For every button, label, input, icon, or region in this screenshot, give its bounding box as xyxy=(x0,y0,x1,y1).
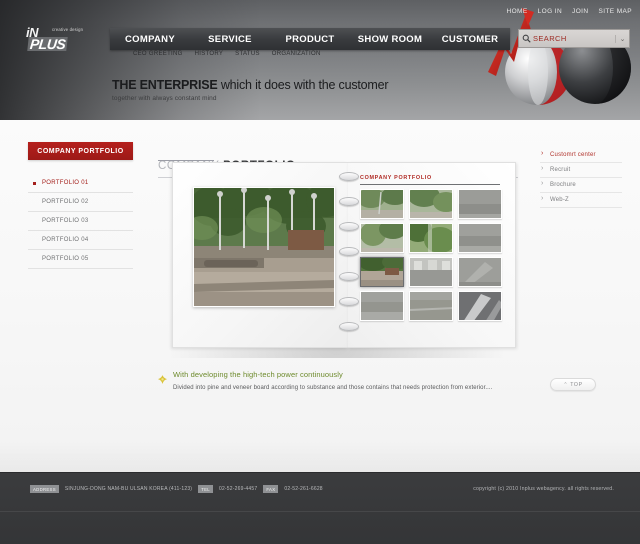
portfolio-main-photo[interactable] xyxy=(193,187,335,307)
hero-subtitle: together with always constant mind xyxy=(112,95,217,102)
copyright-text: copyright (c) 2010 Inplus webagency. all… xyxy=(473,486,614,492)
sidebar-item-label: PORTFOLIO 01 xyxy=(42,180,89,186)
description-header: With developing the high-tech power cont… xyxy=(158,370,516,384)
site-logo[interactable]: iN creative design PLUS xyxy=(26,26,110,53)
site-footer: ADDRESS SINJUNG-DONG NAM-BU ULSAN KOREA … xyxy=(0,472,640,544)
hero-title: THE ENTERPRISE which it does with the cu… xyxy=(112,78,389,92)
binder-ring-icon xyxy=(339,222,359,231)
quicklink-label: Brochure xyxy=(550,182,576,188)
portfolio-thumbnail[interactable] xyxy=(409,223,453,253)
portfolio-thumbnail[interactable] xyxy=(360,291,404,321)
subnav-item-ceo-greeting[interactable]: CEO GREETING xyxy=(133,51,183,57)
book-page-right: COMPANY PORTFOLIO xyxy=(348,162,516,348)
portfolio-thumbnail[interactable] xyxy=(458,189,502,219)
quicklink-label: Recruit xyxy=(550,167,571,173)
book-page-divider xyxy=(360,184,500,185)
footer-contact-row: ADDRESS SINJUNG-DONG NAM-BU ULSAN KOREA … xyxy=(30,485,323,493)
portfolio-thumbnail[interactable] xyxy=(409,291,453,321)
nav-item-product[interactable]: PRODUCT xyxy=(270,34,350,45)
sidebar-item-label: PORTFOLIO 04 xyxy=(42,237,89,243)
subnav-item-status[interactable]: STATUS xyxy=(235,51,260,57)
sidebar-header: COMPANY PORTFOLIO xyxy=(28,142,133,160)
sidebar-item-portfolio-03[interactable]: PORTFOLIO 03 xyxy=(28,212,133,231)
title-divider-accent xyxy=(158,160,214,161)
portfolio-thumbnail[interactable] xyxy=(458,223,502,253)
portfolio-thumbnail[interactable] xyxy=(458,291,502,321)
hero-title-bold: THE ENTERPRISE xyxy=(112,78,218,92)
utility-nav: HOME LOG IN JOIN SITE MAP xyxy=(507,8,633,15)
hero-banner: THE ENTERPRISE which it does with the cu… xyxy=(112,78,389,102)
portfolio-thumbnail-grid xyxy=(360,189,502,321)
sidebar-item-label: PORTFOLIO 05 xyxy=(42,256,89,262)
scroll-to-top-button[interactable]: ⌃ TOP xyxy=(550,378,596,391)
sidebar-item-portfolio-02[interactable]: PORTFOLIO 02 xyxy=(28,193,133,212)
magnifier-icon xyxy=(519,34,533,43)
binder-ring-icon xyxy=(339,197,359,206)
quicklink-label: Customrt center xyxy=(550,152,596,158)
topnav-item-home[interactable]: HOME xyxy=(507,8,528,15)
logo-accent-wrap: PLUS xyxy=(27,36,69,53)
sidebar-item-portfolio-04[interactable]: PORTFOLIO 04 xyxy=(28,231,133,250)
quicklink-web-z[interactable]: Web-Z xyxy=(540,193,622,208)
nav-item-service[interactable]: SERVICE xyxy=(190,34,270,45)
address-tag: ADDRESS xyxy=(30,485,59,493)
sidebar-menu: PORTFOLIO 01 PORTFOLIO 02 PORTFOLIO 03 P… xyxy=(28,174,133,269)
fax-text: 02-52-261-6628 xyxy=(284,486,323,492)
nav-item-show-room[interactable]: SHOW ROOM xyxy=(350,34,430,45)
portfolio-thumbnail[interactable] xyxy=(360,189,404,219)
search-input[interactable]: SEARCH xyxy=(533,34,615,43)
book-page-left xyxy=(172,162,348,348)
tel-text: 02-52-269-4457 xyxy=(218,486,258,492)
subnav-item-history[interactable]: HISTORY xyxy=(195,51,224,57)
binder-ring-icon xyxy=(339,247,359,256)
binder-ring-icon xyxy=(339,272,359,281)
nav-item-customer[interactable]: CUSTOMER xyxy=(430,34,510,45)
binder-ring-icon xyxy=(339,297,359,306)
portfolio-thumbnail[interactable] xyxy=(409,189,453,219)
description-title: With developing the high-tech power cont… xyxy=(173,370,343,379)
quicklink-label: Web-Z xyxy=(550,197,569,203)
tel-tag: TEL xyxy=(198,485,213,493)
book-page-title: COMPANY PORTFOLIO xyxy=(360,175,432,181)
sidebar-item-label: PORTFOLIO 02 xyxy=(42,199,89,205)
sidebar-item-portfolio-05[interactable]: PORTFOLIO 05 xyxy=(28,250,133,269)
nav-item-company[interactable]: COMPANY xyxy=(110,34,190,45)
hero-title-rest: which it does with the customer xyxy=(217,78,389,92)
quicklink-recruit[interactable]: Recruit xyxy=(540,163,622,178)
binder-ring-icon xyxy=(339,172,359,181)
chevron-down-icon[interactable]: ⌄ xyxy=(615,34,629,43)
primary-nav: COMPANY SERVICE PRODUCT SHOW ROOM CUSTOM… xyxy=(110,28,510,50)
binder-ring-icon xyxy=(339,322,359,331)
topnav-item-join[interactable]: JOIN xyxy=(572,8,588,15)
portfolio-description: With developing the high-tech power cont… xyxy=(158,370,516,394)
page-root: HOME LOG IN JOIN SITE MAP iN creative de… xyxy=(0,0,640,544)
subnav-item-organization[interactable]: ORGANIZATION xyxy=(272,51,321,57)
leaf-bullet-icon xyxy=(158,371,167,384)
left-sidebar: COMPANY PORTFOLIO PORTFOLIO 01 PORTFOLIO… xyxy=(28,142,133,269)
address-text: SINJUNG-DONG NAM-BU ULSAN KOREA (411-123… xyxy=(64,486,193,492)
quicklink-customer-center[interactable]: Customrt center xyxy=(540,148,622,163)
main-content: COMPANY PORTFOLIO PORTFOLIO 01 PORTFOLIO… xyxy=(0,120,640,470)
right-sidebar: Customrt center Recruit Brochure Web-Z xyxy=(540,148,622,208)
site-header: HOME LOG IN JOIN SITE MAP iN creative de… xyxy=(0,0,640,120)
portfolio-thumbnail-selected[interactable] xyxy=(360,257,404,287)
logo-tagline: creative design xyxy=(52,27,84,32)
portfolio-book: COMPANY PORTFOLIO xyxy=(158,162,516,360)
portfolio-thumbnail[interactable] xyxy=(409,257,453,287)
sidebar-item-label: PORTFOLIO 03 xyxy=(42,218,89,224)
search-box[interactable]: SEARCH ⌄ xyxy=(518,29,630,48)
quicklink-brochure[interactable]: Brochure xyxy=(540,178,622,193)
description-body: Divided into pine and veneer board accor… xyxy=(173,385,493,391)
logo-accent-text: PLUS xyxy=(27,36,69,52)
footer-divider xyxy=(0,511,640,512)
binder-rings xyxy=(336,166,362,346)
portfolio-thumbnail[interactable] xyxy=(458,257,502,287)
hero-decorative-graphic xyxy=(488,8,631,105)
secondary-nav: CEO GREETING HISTORY STATUS ORGANIZATION xyxy=(133,51,321,57)
topnav-item-sitemap[interactable]: SITE MAP xyxy=(598,8,632,15)
fax-tag: FAX xyxy=(263,485,279,493)
sidebar-item-portfolio-01[interactable]: PORTFOLIO 01 xyxy=(28,174,133,193)
portfolio-thumbnail[interactable] xyxy=(360,223,404,253)
topnav-item-login[interactable]: LOG IN xyxy=(538,8,562,15)
